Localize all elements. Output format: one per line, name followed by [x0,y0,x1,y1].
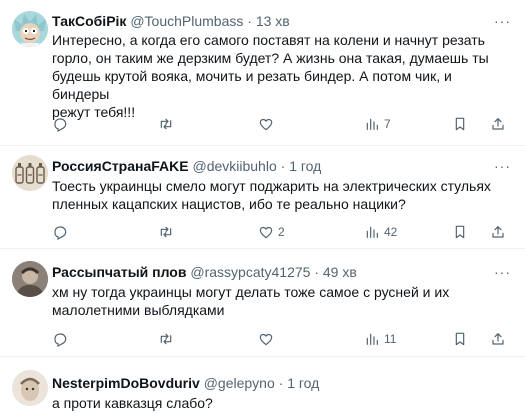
reply-feed: ТакСобіРік @TouchPlumbass · 13 хв ··· Ин… [0,0,525,418]
tweet-text-line: горло, он таким же дерзким будет? А жизн… [52,50,489,66]
views-icon [366,226,378,238]
views-count: 42 [384,225,398,239]
more-options-icon[interactable]: ··· [494,159,511,173]
tweet-text-line: хм ну тогда украинцы могут делать тоже с… [52,284,450,300]
tweet-text-line: будешь крутой вояка, мочить и резать бин… [52,68,452,102]
avatar[interactable] [12,155,48,191]
like-button[interactable] [258,115,278,133]
separator-dot: · [314,264,319,280]
tweet-header: NesterpimDoBovduriv @gelepyno · 1 год [52,374,489,392]
share-button[interactable] [490,115,506,133]
tweet-text: а проти кавказця слабо? [52,394,507,412]
timestamp[interactable]: 13 хв [256,13,290,29]
bookmark-button[interactable] [452,330,468,348]
tweet-header: Рассыпчатый плов @rassypcaty41275 · 49 х… [52,263,489,281]
tweet-2[interactable]: РоссияСтранаFAKE @devkiibuhlo · 1 год ··… [0,146,525,249]
bookmark-icon [455,117,465,131]
views-button[interactable]: 7 [364,115,391,133]
reply-icon [54,118,67,132]
views-count: 11 [384,332,397,346]
action-bar: 7 [52,115,515,133]
views-count: 7 [384,117,391,131]
tweet-text: Интересно, а когда его самого поставят н… [52,31,507,121]
retweet-icon [160,118,172,130]
reply-button[interactable] [52,115,72,133]
more-options-icon[interactable]: ··· [494,265,511,279]
timestamp[interactable]: 49 хв [323,264,357,280]
bookmark-icon [455,225,465,239]
user-handle[interactable]: @devkiibuhlo [192,158,276,174]
bookmark-button[interactable] [452,115,468,133]
display-name[interactable]: РоссияСтранаFAKE [52,158,189,174]
tweet-text-line: Тоесть украинцы смело могут поджарить на… [52,178,491,194]
tweet-text-line: а проти кавказця слабо? [52,395,213,411]
share-icon [492,118,504,130]
heart-icon [259,226,273,239]
display-name[interactable]: ТакСобіРік [52,13,126,29]
retweet-button[interactable] [158,223,178,241]
share-button[interactable] [490,223,506,241]
tweet-text: Тоесть украинцы смело могут поджарить на… [52,177,507,213]
reply-button[interactable] [52,223,72,241]
more-options-icon[interactable]: ··· [494,14,511,28]
bookmark-icon [455,332,465,346]
user-handle[interactable]: @gelepyno [204,375,275,391]
display-name[interactable]: Рассыпчатый плов [52,264,186,280]
views-button[interactable]: 11 [364,330,396,348]
retweet-icon [160,226,172,238]
avatar[interactable] [12,370,48,406]
share-icon [492,333,504,345]
user-handle[interactable]: @rassypcaty41275 [190,264,310,280]
separator-dot: · [247,13,252,29]
bookmark-button[interactable] [452,223,468,241]
tweet-1[interactable]: ТакСобіРік @TouchPlumbass · 13 хв ··· Ин… [0,0,525,146]
action-bar: 2 42 [52,223,515,241]
tweet-3[interactable]: Рассыпчатый плов @rassypcaty41275 · 49 х… [0,249,525,357]
separator-dot: · [280,158,286,174]
like-button[interactable]: 2 [258,223,285,241]
like-count: 2 [278,225,285,239]
reply-icon [54,226,67,240]
avatar[interactable] [12,261,48,297]
retweet-button[interactable] [158,330,178,348]
share-icon [492,226,504,238]
like-button[interactable] [258,330,278,348]
heart-icon [259,118,273,131]
avatar[interactable] [12,11,48,47]
timestamp[interactable]: 1 год [289,158,321,174]
tweet-text-line: малолетними выблядками [52,302,225,318]
tweet-text-line: пленных кацапских нацистов, ибо те реаль… [52,196,406,212]
timestamp[interactable]: 1 год [287,375,319,391]
tweet-4[interactable]: NesterpimDoBovduriv @gelepyno · 1 год а … [0,357,525,418]
tweet-header: РоссияСтранаFAKE @devkiibuhlo · 1 год [52,157,489,175]
reply-icon [54,333,67,347]
action-bar: 11 [52,330,515,348]
retweet-icon [160,333,172,345]
display-name[interactable]: NesterpimDoBovduriv [52,375,200,391]
heart-icon [259,333,273,346]
views-icon [366,118,378,130]
views-icon [366,333,378,345]
reply-button[interactable] [52,330,72,348]
views-button[interactable]: 42 [364,223,397,241]
user-handle[interactable]: @TouchPlumbass [130,13,243,29]
tweet-header: ТакСобіРік @TouchPlumbass · 13 хв [52,12,489,30]
tweet-text: хм ну тогда украинцы могут делать тоже с… [52,283,507,319]
tweet-text-line: Интересно, а когда его самого поставят н… [52,32,485,48]
share-button[interactable] [490,330,506,348]
separator-dot: · [278,375,284,391]
retweet-button[interactable] [158,115,178,133]
